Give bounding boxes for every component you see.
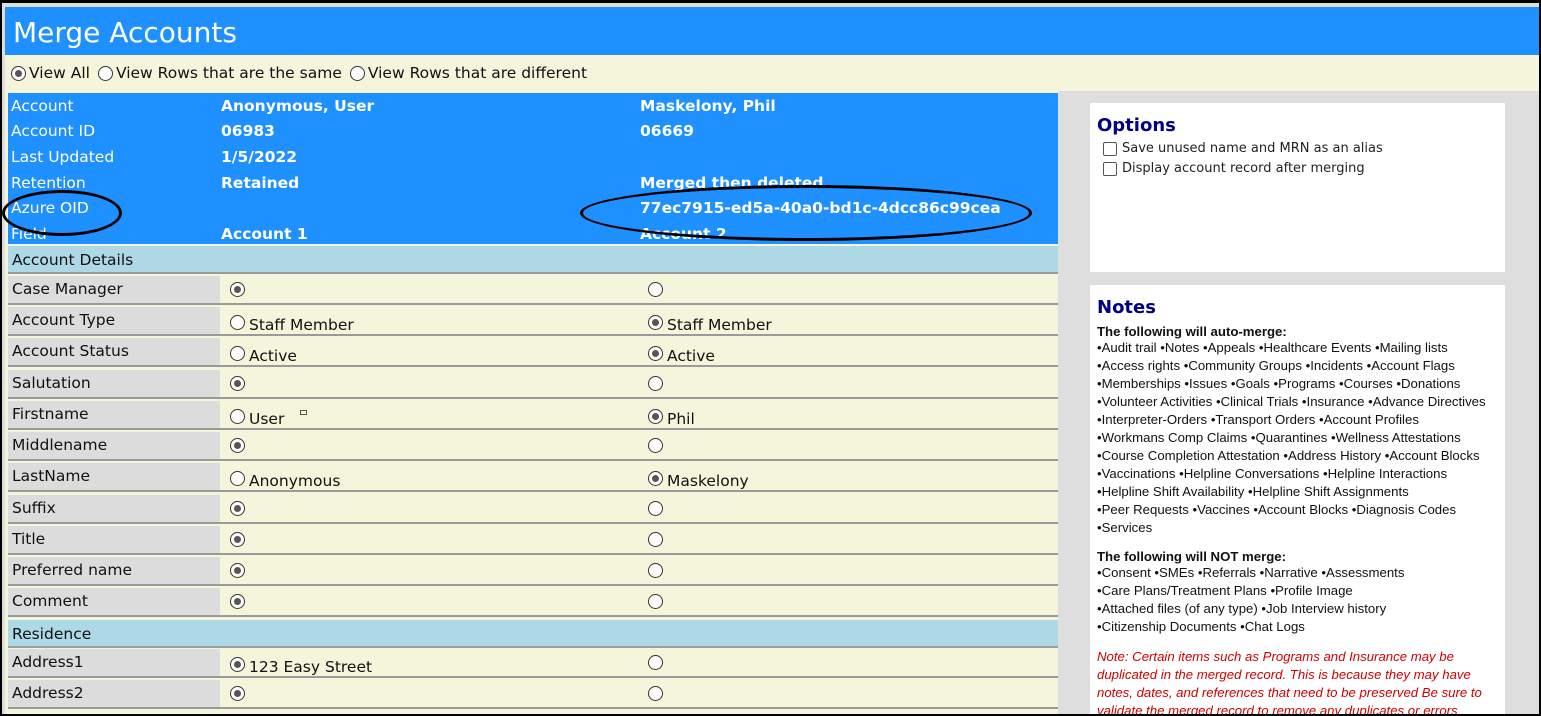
- not-merge-line: •Citizenship Documents •Chat Logs: [1097, 619, 1305, 634]
- notes-content: The following will auto-merge: •Audit tr…: [1090, 324, 1505, 716]
- lastname-account1-radio[interactable]: [230, 470, 245, 486]
- display-record-checkbox[interactable]: [1103, 161, 1117, 176]
- not-merge-heading: The following will NOT merge:: [1097, 549, 1287, 564]
- merge-accounts-window: Merge Accounts View All View Rows that a…: [0, 0, 1541, 716]
- auto-merge-line: •Volunteer Activities •Clinical Trials •…: [1097, 394, 1486, 409]
- header-row-field: Field Account 1 Account 2: [11, 225, 727, 243]
- comment-account2-radio[interactable]: [648, 594, 663, 609]
- row-firstname: Firstname User Phil: [8, 401, 1058, 430]
- suffix-account1-radio[interactable]: [230, 501, 245, 516]
- address1-account1-radio[interactable]: [230, 656, 245, 672]
- title-account2-radio[interactable]: [648, 532, 663, 547]
- auto-merge-line: •Audit trail •Notes •Appeals •Healthcare…: [1097, 340, 1448, 355]
- account-header: Account Anonymous, User Maskelony, Phil …: [2, 93, 1058, 244]
- view-same-option[interactable]: View Rows that are the same: [97, 64, 342, 82]
- calendar-icon: [300, 409, 308, 415]
- row-title: Title: [8, 526, 1058, 555]
- row-middlename: Middlename: [8, 432, 1058, 461]
- row-preferred-name: Preferred name: [8, 557, 1058, 586]
- row-comment: Comment: [8, 588, 1058, 617]
- view-all-option[interactable]: View All: [11, 64, 90, 82]
- address1-account2-radio[interactable]: [648, 655, 663, 670]
- view-different-radio[interactable]: [349, 65, 365, 81]
- auto-merge-line: •Course Completion Attestation •Address …: [1097, 448, 1480, 463]
- section-account-details: Account Details: [8, 246, 1058, 274]
- merge-table: Account Anonymous, User Maskelony, Phil …: [2, 91, 1058, 714]
- view-filter-bar: View All View Rows that are the same Vie…: [5, 55, 1539, 91]
- account-status-account1-radio[interactable]: [230, 345, 245, 361]
- not-merge-line: •Care Plans/Treatment Plans •Profile Ima…: [1097, 583, 1353, 598]
- account-status-account2-radio[interactable]: [648, 345, 663, 361]
- auto-merge-line: •Peer Requests •Vaccines •Account Blocks…: [1097, 502, 1457, 517]
- auto-merge-line: •Interpreter-Orders •Transport Orders •A…: [1097, 412, 1419, 427]
- salutation-account1-radio[interactable]: [230, 376, 245, 391]
- header-row-last-updated: Last Updated 1/5/2022: [11, 148, 298, 166]
- not-merge-line: •Attached files (of any type) •Job Inter…: [1097, 601, 1387, 616]
- auto-merge-line: •Workmans Comp Claims •Quarantines •Well…: [1097, 430, 1461, 445]
- account-type-account2-radio[interactable]: [648, 314, 663, 330]
- page-title: Merge Accounts: [5, 7, 1539, 55]
- save-alias-option[interactable]: Save unused name and MRN as an alias: [1103, 141, 1505, 156]
- firstname-account2-radio[interactable]: [648, 408, 663, 424]
- middlename-account1-radio[interactable]: [230, 438, 245, 453]
- header-row-account-id: Account ID 06983 06669: [11, 122, 694, 140]
- row-salutation: Salutation: [8, 370, 1058, 399]
- preferred-name-account1-radio[interactable]: [230, 563, 245, 578]
- address2-account2-radio[interactable]: [648, 686, 663, 701]
- row-lastname: LastName Anonymous Maskelony: [8, 463, 1058, 492]
- case-manager-account1-radio[interactable]: [230, 282, 245, 297]
- section-residence: Residence: [8, 620, 1058, 648]
- row-suffix: Suffix: [8, 495, 1058, 524]
- save-alias-checkbox[interactable]: [1103, 141, 1117, 156]
- row-account-type: Account Type Staff Member Staff Member: [8, 307, 1058, 336]
- row-case-manager: Case Manager: [8, 276, 1058, 305]
- options-panel: Options Save unused name and MRN as an a…: [1090, 103, 1505, 272]
- row-address2: Address2: [8, 680, 1058, 709]
- case-manager-account2-radio[interactable]: [648, 282, 663, 297]
- title-account1-radio[interactable]: [230, 532, 245, 547]
- firstname-account1-radio[interactable]: [230, 408, 245, 424]
- notes-title: Notes: [1097, 297, 1156, 318]
- options-title: Options: [1097, 115, 1176, 136]
- view-same-radio[interactable]: [97, 65, 113, 81]
- view-different-option[interactable]: View Rows that are different: [349, 64, 587, 82]
- header-row-azure-oid: Azure OID 77ec7915-ed5a-40a0-bd1c-4dcc86…: [11, 199, 1001, 217]
- middlename-account2-radio[interactable]: [648, 438, 663, 453]
- row-account-status: Account Status Active Active: [8, 338, 1058, 367]
- comment-account1-radio[interactable]: [230, 594, 245, 609]
- auto-merge-line: •Helpline Shift Availability •Helpline S…: [1097, 484, 1409, 499]
- row-address1: Address1 123 Easy Street: [8, 649, 1058, 678]
- address2-account1-radio[interactable]: [230, 686, 245, 701]
- not-merge-line: •Consent •SMEs •Referrals •Narrative •As…: [1097, 565, 1405, 580]
- view-all-radio[interactable]: [11, 65, 26, 81]
- duplicate-warning: Note: Certain items such as Programs and…: [1097, 649, 1482, 716]
- auto-merge-heading: The following will auto-merge:: [1097, 324, 1287, 339]
- suffix-account2-radio[interactable]: [648, 501, 663, 516]
- header-row-account: Account Anonymous, User Maskelony, Phil: [11, 97, 776, 115]
- preferred-name-account2-radio[interactable]: [648, 563, 663, 578]
- salutation-account2-radio[interactable]: [648, 376, 663, 391]
- account-type-account1-radio[interactable]: [230, 314, 245, 330]
- notes-panel: Notes The following will auto-merge: •Au…: [1090, 285, 1505, 716]
- header-row-retention: Retention Retained Merged then deleted: [11, 174, 824, 192]
- auto-merge-line: •Memberships •Issues •Goals •Programs •C…: [1097, 376, 1461, 391]
- side-panel: Options Save unused name and MRN as an a…: [1058, 91, 1539, 716]
- display-record-option[interactable]: Display account record after merging: [1103, 161, 1505, 176]
- auto-merge-line: •Services: [1097, 520, 1153, 535]
- lastname-account2-radio[interactable]: [648, 470, 663, 486]
- auto-merge-line: •Access rights •Community Groups •Incide…: [1097, 358, 1455, 373]
- auto-merge-line: •Vaccinations •Helpline Conversations •H…: [1097, 466, 1448, 481]
